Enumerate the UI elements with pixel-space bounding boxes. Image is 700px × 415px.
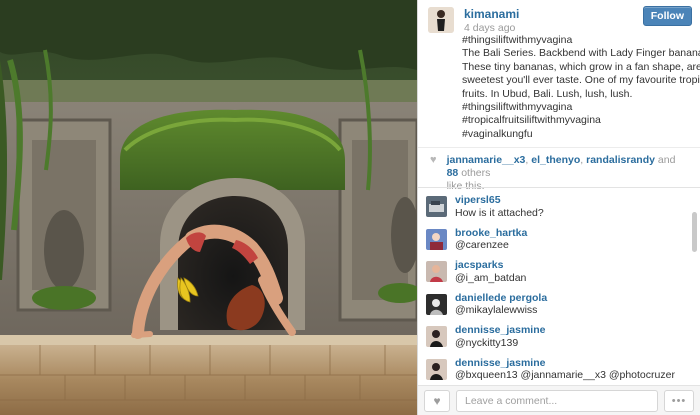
list-item: brooke_hartka @carenzee	[418, 227, 700, 260]
comment-username[interactable]: vipersl65	[455, 194, 544, 207]
comment-input[interactable]	[456, 389, 658, 412]
post-photo[interactable]	[0, 0, 417, 415]
likes-summary: ♥ jannamarie__x3, el_thenyo, randalisran…	[418, 147, 700, 192]
list-item: dennisse_jasmine @bxqueen13 @jannamarie__…	[418, 357, 700, 386]
avatar-image	[428, 7, 454, 33]
comments-scrollbar[interactable]	[692, 212, 697, 252]
comment-username[interactable]: dennisse_jasmine	[455, 324, 545, 337]
post-time: 4 days ago	[464, 22, 516, 34]
like-user[interactable]: el_thenyo	[531, 154, 580, 166]
commenter-avatar[interactable]	[426, 326, 447, 347]
others-count[interactable]: 88	[447, 167, 459, 179]
list-item: jacsparks @i_am_batdan	[418, 259, 700, 292]
comment-text[interactable]: @nyckitty139	[455, 337, 545, 350]
photo-illustration	[0, 0, 417, 415]
post-sidebar: kimanami 4 days ago Follow #thingsiliftw…	[417, 0, 700, 415]
list-item: dennisse_jasmine @nyckitty139	[418, 324, 700, 357]
heart-icon: ♥	[430, 154, 437, 166]
caption-line: #thingsiliftwithmyvagina	[462, 101, 573, 114]
post-header: kimanami 4 days ago Follow	[418, 0, 700, 34]
caption-line: #thingsiliftwithmyvagina	[462, 34, 573, 46]
caption-line: sweetest you'll ever taste. One of my fa…	[462, 74, 700, 87]
commenter-avatar[interactable]	[426, 196, 447, 217]
comment-username[interactable]: dennisse_jasmine	[455, 357, 675, 370]
commenter-avatar[interactable]	[426, 358, 447, 380]
author-username[interactable]: kimanami	[464, 7, 643, 21]
more-options-button[interactable]: •••	[664, 389, 694, 412]
caption-line: These tiny bananas, which grow in a fan …	[462, 60, 700, 73]
comment-composer: ♥ •••	[418, 385, 700, 415]
comment-username[interactable]: daniellede pergola	[455, 292, 547, 305]
caption-line: #tropicalfruitsiliftwithmyvagina	[462, 114, 601, 127]
comment-text: How is it attached?	[455, 206, 544, 219]
commenter-avatar[interactable]	[426, 228, 447, 250]
author-info: kimanami 4 days ago	[464, 6, 643, 34]
list-item: vipersl65 How is it attached?	[418, 194, 700, 227]
comment-text[interactable]: @bxqueen13 @jannamarie__x3 @photocruzer	[455, 369, 675, 382]
caption-line: fruits. In Ubud, Bali. Lush, lush, lush.	[462, 87, 633, 100]
like-button[interactable]: ♥	[424, 389, 450, 412]
post-caption: #thingsiliftwithmyvagina The Bali Series…	[418, 34, 700, 147]
comment-text[interactable]: @carenzee	[455, 239, 527, 252]
like-user[interactable]: randalisrandy	[586, 154, 655, 166]
comment-username[interactable]: jacsparks	[455, 259, 526, 272]
comment-username[interactable]: brooke_hartka	[455, 227, 527, 240]
commenter-avatar[interactable]	[426, 293, 447, 315]
avatar[interactable]	[428, 7, 454, 33]
comment-text[interactable]: @i_am_batdan	[455, 272, 526, 285]
comment-text[interactable]: @mikaylalewwiss	[455, 304, 547, 317]
list-item: daniellede pergola @mikaylalewwiss	[418, 292, 700, 325]
like-user[interactable]: jannamarie__x3	[447, 154, 526, 166]
follow-button[interactable]: Follow	[642, 6, 692, 26]
caption-line: #vaginalkungfu	[462, 127, 533, 140]
heart-icon: ♥	[433, 393, 441, 408]
comments-list[interactable]: vipersl65 How is it attached? brooke_hart…	[418, 187, 700, 385]
caption-line: The Bali Series. Backbend with Lady Fing…	[462, 47, 700, 60]
post-viewer: kimanami 4 days ago Follow #thingsiliftw…	[0, 0, 700, 415]
commenter-avatar[interactable]	[426, 261, 447, 282]
